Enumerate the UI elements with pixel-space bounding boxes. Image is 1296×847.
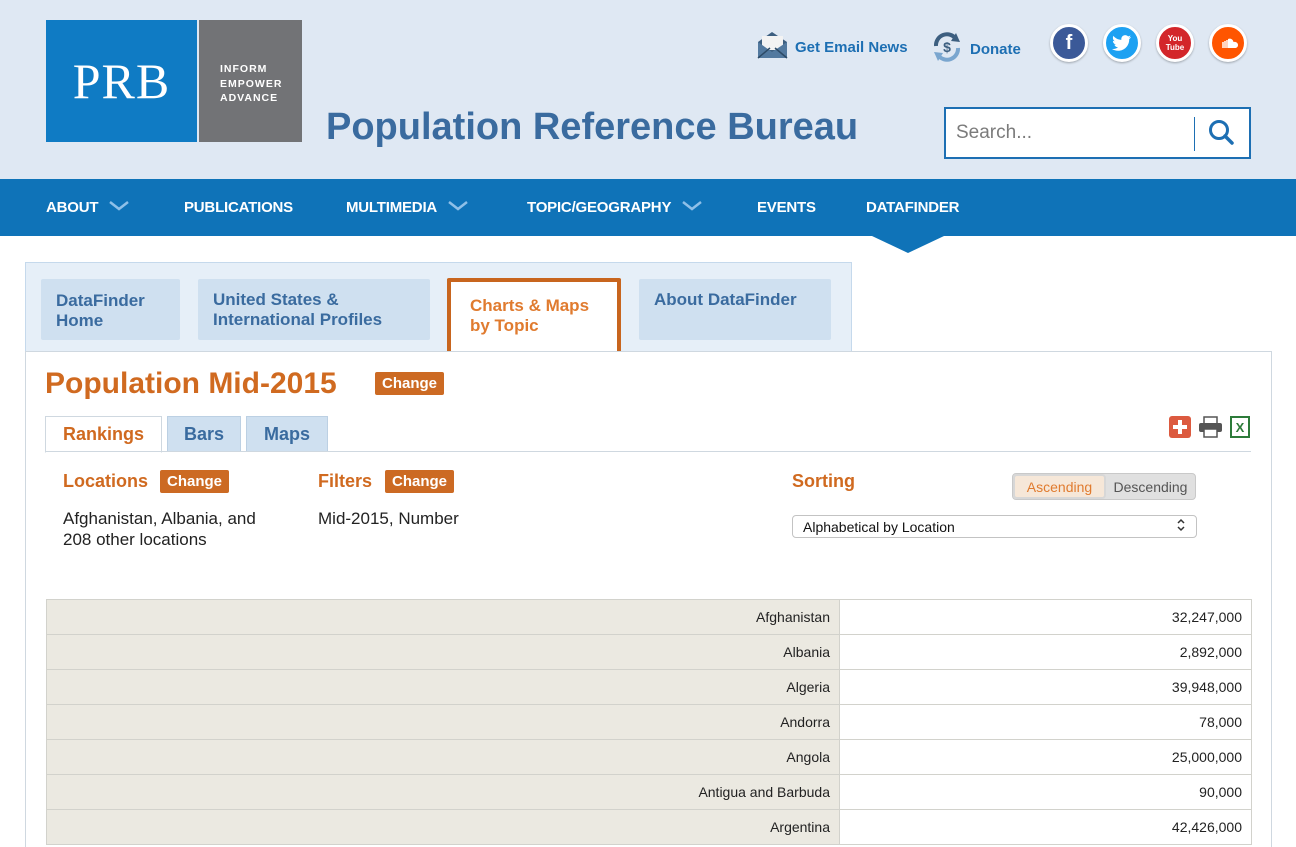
- nav-item-events[interactable]: EVENTS: [757, 199, 816, 216]
- print-icon[interactable]: [1198, 416, 1223, 438]
- excel-icon[interactable]: X: [1229, 416, 1251, 438]
- logo-tagline: INFORM EMPOWER ADVANCE: [199, 20, 302, 142]
- value-cell: 90,000: [839, 774, 1252, 810]
- location-cell: Antigua and Barbuda: [46, 774, 840, 810]
- youtube-icon[interactable]: You Tube: [1156, 24, 1194, 62]
- table-row: Antigua and Barbuda 90,000: [46, 774, 1252, 810]
- nav-item-publications[interactable]: PUBLICATIONS: [184, 199, 293, 216]
- sorting-label: Sorting: [792, 471, 855, 491]
- tab-bars[interactable]: Bars: [167, 416, 241, 452]
- location-cell: Andorra: [46, 704, 840, 740]
- rankings-table: Afghanistan 32,247,000 Albania 2,892,000…: [46, 599, 1252, 845]
- sort-ascending-button[interactable]: Ascending: [1013, 474, 1106, 499]
- nav-item-datafinder[interactable]: DATAFINDER: [866, 199, 959, 216]
- locations-text-line: 208 other locations: [63, 530, 207, 549]
- envelope-icon: [756, 30, 789, 64]
- change-locations-button[interactable]: Change: [160, 470, 230, 493]
- nav-label: TOPIC/GEOGRAPHY: [527, 199, 672, 216]
- add-icon[interactable]: [1169, 416, 1191, 438]
- tab-about-datafinder[interactable]: About DataFinder: [639, 279, 831, 340]
- select-arrows-icon: [1176, 518, 1186, 535]
- filters-label: Filters: [318, 471, 373, 491]
- locations-label: Locations: [63, 471, 149, 491]
- tab-rankings[interactable]: Rankings: [45, 416, 162, 453]
- svg-text:$: $: [943, 39, 951, 55]
- main-nav: ABOUT PUBLICATIONS MULTIMEDIA TOPIC/GEOG…: [0, 179, 1296, 236]
- chevron-down-icon: [447, 199, 469, 216]
- locations-text-line: Afghanistan, Albania, and: [63, 509, 256, 528]
- table-row: Argentina 42,426,000: [46, 809, 1252, 845]
- site-header: PRB INFORM EMPOWER ADVANCE Population Re…: [0, 0, 1296, 179]
- value-cell: 78,000: [839, 704, 1252, 740]
- value-cell: 42,426,000: [839, 809, 1252, 845]
- tab-label: Home: [56, 311, 104, 330]
- location-cell: Algeria: [46, 669, 840, 705]
- search-divider: [1194, 117, 1195, 151]
- value-cell: 39,948,000: [839, 669, 1252, 705]
- nav-label: MULTIMEDIA: [346, 199, 438, 216]
- nav-label: ABOUT: [46, 199, 99, 216]
- facebook-icon[interactable]: f: [1050, 24, 1088, 62]
- locations-summary: Afghanistan, Albania, and 208 other loca…: [63, 508, 256, 550]
- chevron-down-icon: [681, 199, 703, 216]
- table-row: Andorra 78,000: [46, 704, 1252, 740]
- tagline-line: ADVANCE: [220, 92, 279, 104]
- email-news-label: Get Email News: [795, 38, 908, 56]
- search-button[interactable]: [1204, 119, 1238, 149]
- tagline-line: EMPOWER: [220, 77, 283, 90]
- tab-divider: [45, 451, 1251, 452]
- filters-summary: Mid-2015, Number: [318, 509, 459, 528]
- tab-label: Charts & Maps: [470, 296, 590, 315]
- value-cell: 32,247,000: [839, 599, 1252, 635]
- nav-item-multimedia[interactable]: MULTIMEDIA: [346, 199, 469, 216]
- twitter-icon[interactable]: [1103, 24, 1141, 62]
- active-nav-pointer: [872, 236, 944, 253]
- location-cell: Angola: [46, 739, 840, 775]
- nav-label: DATAFINDER: [866, 199, 960, 216]
- table-row: Afghanistan 32,247,000: [46, 599, 1252, 635]
- tab-label: United States &: [213, 290, 339, 309]
- location-cell: Albania: [46, 634, 840, 670]
- search-icon: [1207, 118, 1235, 151]
- donate-icon: $: [930, 30, 964, 68]
- prb-logo[interactable]: PRB: [46, 20, 197, 142]
- search-input[interactable]: [956, 119, 1176, 147]
- table-row: Angola 25,000,000: [46, 739, 1252, 775]
- sort-select-value: Alphabetical by Location: [803, 518, 955, 535]
- change-indicator-button[interactable]: Change: [375, 372, 445, 395]
- donate-link[interactable]: $ Donate: [930, 30, 1021, 68]
- value-cell: 25,000,000: [839, 739, 1252, 775]
- tab-datafinder-home[interactable]: DataFinder Home: [41, 279, 180, 340]
- chevron-down-icon: [108, 199, 130, 216]
- nav-label: PUBLICATIONS: [184, 199, 293, 216]
- tab-label: by Topic: [470, 316, 539, 335]
- tab-profiles[interactable]: United States & International Profiles: [198, 279, 430, 340]
- tab-label: About DataFinder: [654, 290, 797, 309]
- sort-direction-toggle: Ascending Descending: [1012, 473, 1196, 500]
- table-row: Albania 2,892,000: [46, 634, 1252, 670]
- site-title[interactable]: Population Reference Bureau: [326, 106, 858, 149]
- nav-label: EVENTS: [757, 199, 816, 216]
- nav-item-about[interactable]: ABOUT: [46, 199, 130, 216]
- tab-charts-maps[interactable]: Charts & Maps by Topic: [447, 278, 621, 354]
- search-box: [944, 107, 1251, 159]
- sort-descending-button[interactable]: Descending: [1106, 474, 1195, 499]
- svg-text:X: X: [1236, 420, 1245, 435]
- change-filters-button[interactable]: Change: [385, 470, 455, 493]
- tab-label: DataFinder: [56, 291, 145, 310]
- table-row: Algeria 39,948,000: [46, 669, 1252, 705]
- tab-label: International Profiles: [213, 310, 383, 329]
- soundcloud-icon[interactable]: [1209, 24, 1247, 62]
- nav-item-topic-geography[interactable]: TOPIC/GEOGRAPHY: [527, 199, 703, 216]
- sort-select[interactable]: Alphabetical by Location: [792, 515, 1197, 538]
- tab-maps[interactable]: Maps: [246, 416, 328, 452]
- location-cell: Afghanistan: [46, 599, 840, 635]
- page-title: Population Mid-2015: [45, 367, 337, 400]
- donate-label: Donate: [970, 40, 1021, 58]
- value-cell: 2,892,000: [839, 634, 1252, 670]
- tagline-line: INFORM: [220, 63, 268, 75]
- email-news-link[interactable]: Get Email News: [756, 30, 908, 64]
- location-cell: Argentina: [46, 809, 840, 845]
